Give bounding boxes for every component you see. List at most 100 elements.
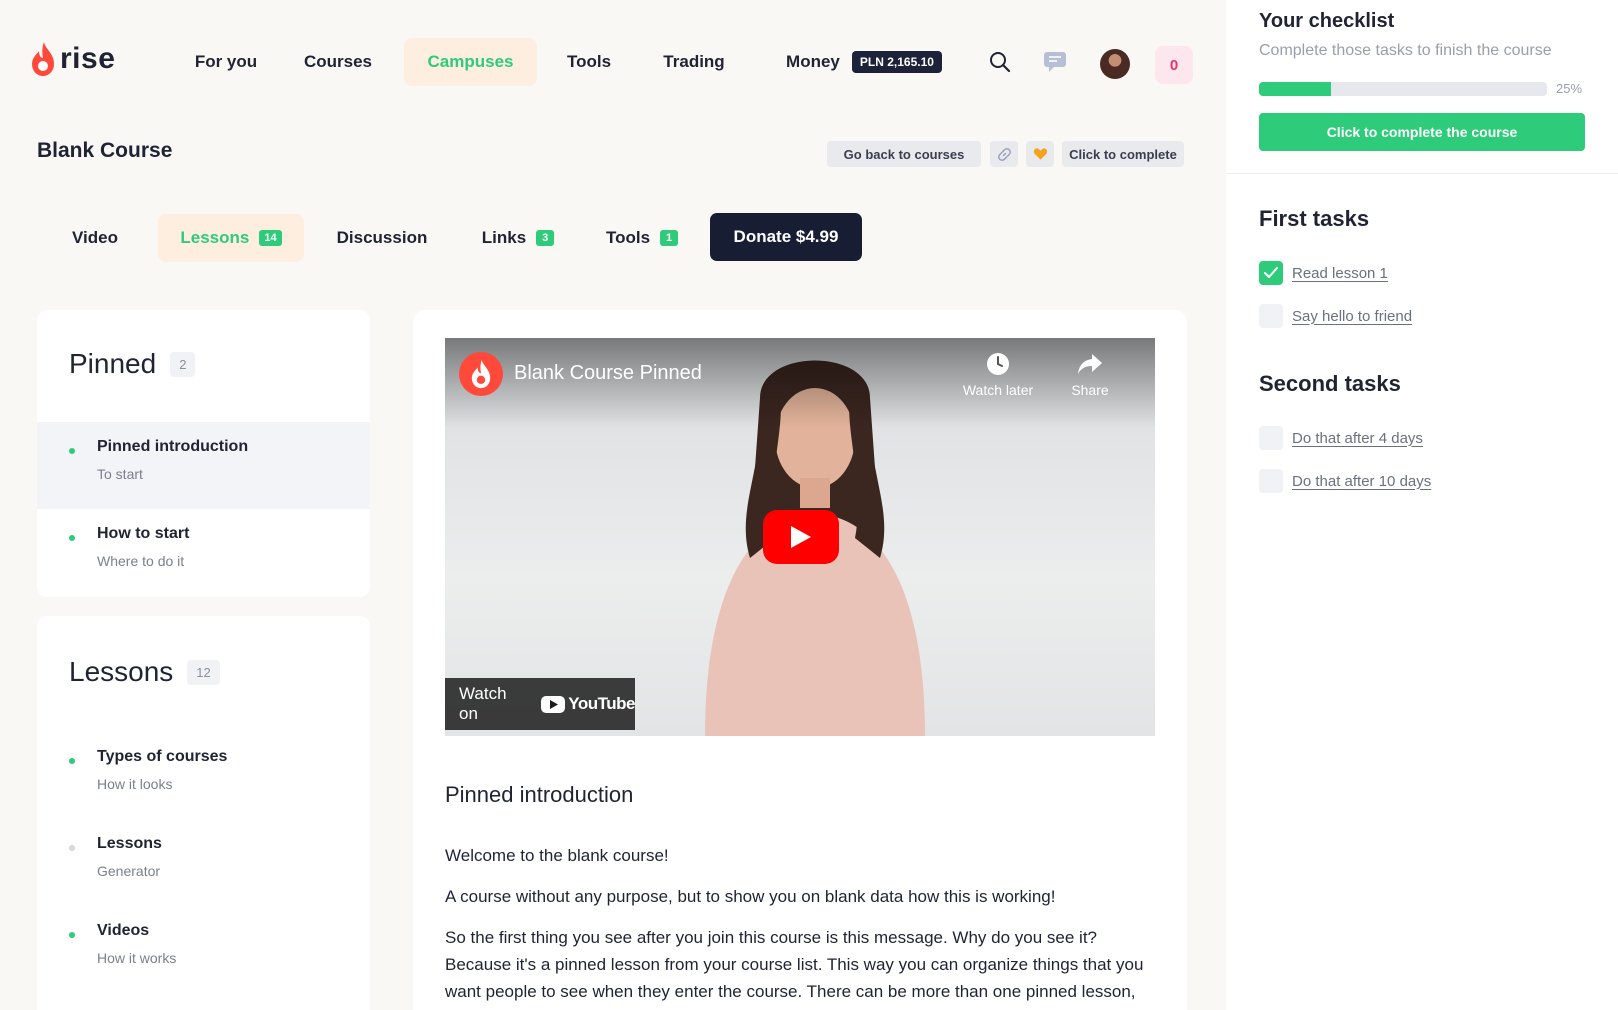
second-tasks-heading: Second tasks	[1259, 371, 1401, 396]
tab-discussion[interactable]: Discussion	[327, 214, 437, 262]
lesson-title: How to start	[97, 525, 190, 542]
first-tasks-heading: First tasks	[1259, 206, 1370, 231]
channel-logo[interactable]	[459, 352, 503, 396]
heart-icon	[1033, 148, 1047, 160]
top-navigation: rise For you Courses Campuses Tools Trad…	[0, 0, 1226, 124]
flame-icon	[32, 42, 54, 76]
status-dot	[69, 448, 75, 454]
complete-course-button[interactable]: Click to complete the course	[1259, 113, 1585, 151]
main-area: rise For you Courses Campuses Tools Trad…	[0, 0, 1226, 1010]
tab-count-badge: 3	[536, 230, 555, 246]
brand-logo[interactable]: rise	[30, 41, 115, 77]
task-link[interactable]: Read lesson 1	[1292, 265, 1388, 282]
lesson-title: Pinned introduction	[97, 438, 249, 455]
checkbox[interactable]	[1259, 261, 1283, 285]
article-paragraph: Welcome to the blank course!	[445, 846, 669, 865]
task-item[interactable]: Do that after 4 days	[1259, 426, 1423, 450]
article-title: Pinned introduction	[445, 782, 634, 807]
check-icon	[1264, 267, 1278, 278]
checkbox[interactable]	[1259, 469, 1283, 493]
cart-button[interactable]: 0	[1155, 46, 1193, 84]
watch-later-button[interactable]: Watch later	[953, 352, 1043, 398]
lesson-subtitle: How it works	[97, 950, 177, 966]
task-link[interactable]: Say hello to friend	[1292, 308, 1412, 325]
task-link[interactable]: Do that after 10 days	[1292, 473, 1431, 490]
list-item[interactable]: Lessons Generator	[37, 819, 370, 906]
play-icon	[791, 526, 811, 548]
task-item[interactable]: Do that after 10 days	[1259, 469, 1431, 493]
checklist-title: Your checklist	[1259, 10, 1395, 32]
task-item[interactable]: Read lesson 1	[1259, 261, 1388, 285]
back-to-courses-button[interactable]: Go back to courses	[827, 141, 981, 167]
status-dot	[69, 845, 75, 851]
checkbox[interactable]	[1259, 304, 1283, 328]
progress-fill	[1259, 82, 1331, 96]
video-title[interactable]: Blank Course Pinned	[514, 362, 702, 385]
avatar[interactable]	[1100, 49, 1130, 79]
nav-courses[interactable]: Courses	[291, 38, 385, 86]
task-link[interactable]: Do that after 4 days	[1292, 430, 1423, 447]
search-button[interactable]	[984, 46, 1016, 78]
nav-label: Money	[786, 52, 840, 71]
youtube-logo: YouTube	[541, 694, 635, 714]
favorite-button[interactable]	[1026, 141, 1054, 167]
lesson-title: Lessons	[97, 835, 162, 852]
article-paragraph: A course without any purpose, but to sho…	[445, 887, 1056, 906]
task-item[interactable]: Say hello to friend	[1259, 304, 1412, 328]
checklist-panel: Your checklist Complete those tasks to f…	[1226, 0, 1618, 1010]
video-player[interactable]: Blank Course Pinned Watch later Share Wa…	[445, 338, 1155, 736]
share-button[interactable]: Share	[1045, 352, 1135, 398]
progress-bar	[1259, 82, 1547, 96]
divider	[1226, 173, 1618, 174]
nav-label: Tools	[566, 52, 612, 71]
pinned-card: Pinned 2 Pinned introduction To start Ho…	[37, 310, 370, 597]
tab-count-badge: 14	[259, 230, 282, 246]
search-icon	[990, 52, 1011, 73]
nav-for-you[interactable]: For you	[180, 38, 272, 86]
page-title: Blank Course	[37, 139, 173, 162]
lessons-title: Lessons	[69, 656, 174, 687]
pinned-count: 2	[170, 351, 196, 377]
tab-lessons[interactable]: Lessons 14	[158, 214, 304, 262]
cart-count: 0	[1169, 56, 1179, 74]
donate-button[interactable]: Donate $4.99	[710, 213, 862, 261]
click-to-complete-button[interactable]: Click to complete	[1062, 141, 1184, 167]
lesson-subtitle: Where to do it	[97, 553, 185, 569]
nav-tools[interactable]: Tools	[556, 38, 622, 86]
nav-campuses[interactable]: Campuses	[404, 38, 537, 86]
messages-button[interactable]	[1039, 46, 1071, 78]
watch-on-youtube-button[interactable]: Watch on YouTube	[445, 678, 635, 730]
nav-money[interactable]: Money PLN 2,165.10	[778, 38, 950, 86]
tab-label: Lessons	[180, 228, 250, 247]
lesson-title: Videos	[97, 922, 150, 939]
share-label: Share	[1071, 382, 1109, 398]
nav-label: Trading	[663, 52, 725, 71]
status-dot	[69, 758, 75, 764]
lessons-header: Lessons 12	[69, 656, 220, 688]
nav-trading[interactable]: Trading	[650, 38, 738, 86]
link-icon	[997, 147, 1011, 161]
lesson-title: Types of courses	[97, 748, 228, 765]
checklist-subtitle: Complete those tasks to finish the cours…	[1259, 42, 1552, 59]
play-button[interactable]	[763, 510, 839, 564]
lesson-content: Blank Course Pinned Watch later Share Wa…	[413, 310, 1187, 1010]
tab-video[interactable]: Video	[55, 214, 135, 262]
list-item[interactable]: Videos How it works	[37, 906, 370, 993]
list-item[interactable]: Types of courses How it looks	[37, 732, 370, 819]
lesson-article: Pinned introduction Welcome to the blank…	[445, 782, 1145, 1010]
tab-label: Links	[481, 228, 527, 247]
tab-tools[interactable]: Tools 1	[597, 214, 687, 262]
progress-label: 25%	[1556, 81, 1583, 96]
watch-later-label: Watch later	[962, 382, 1034, 398]
article-paragraph: So the first thing you see after you joi…	[445, 928, 1144, 1010]
brand-name: rise	[60, 42, 116, 75]
watch-on-label: Watch on	[459, 684, 507, 723]
copy-link-button[interactable]	[990, 141, 1018, 167]
tab-links[interactable]: Links 3	[470, 214, 566, 262]
list-item[interactable]: Pinned introduction To start	[37, 422, 370, 509]
pinned-header: Pinned 2	[69, 348, 196, 380]
youtube-icon	[541, 695, 566, 713]
money-balance-badge: PLN 2,165.10	[851, 51, 942, 73]
list-item[interactable]: How to start Where to do it	[37, 509, 370, 596]
checkbox[interactable]	[1259, 426, 1283, 450]
